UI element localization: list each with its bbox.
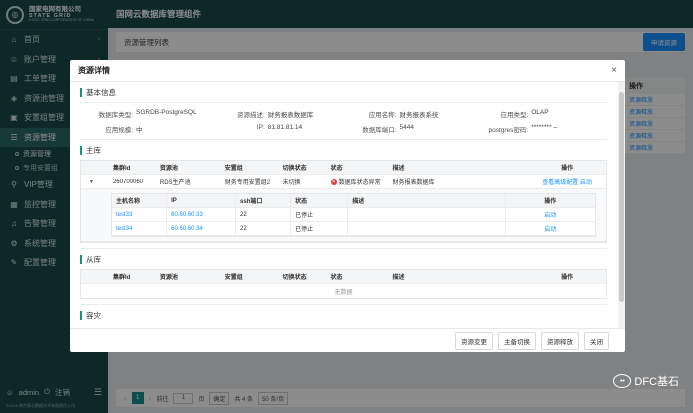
host-status: 已停止 xyxy=(291,208,349,221)
db-status: ✕ 数据库状态异常 xyxy=(327,177,389,186)
host-ip-link[interactable]: 60.60.60.33 xyxy=(167,208,237,221)
info-value: 财务报表系统 xyxy=(399,112,439,119)
column-header: 集群Id xyxy=(112,275,131,281)
column-header: 操作 xyxy=(561,166,574,172)
column-header: 状态 xyxy=(330,166,343,172)
host-name-link[interactable]: test34 xyxy=(112,222,168,235)
column-header: 集群Id xyxy=(112,166,131,172)
modal-scrollbar[interactable] xyxy=(618,82,625,328)
host-desc xyxy=(348,208,506,221)
column-header: 资源池 xyxy=(159,166,178,172)
info-value: 5444 xyxy=(399,124,414,131)
pool: RDS生产池 xyxy=(159,180,191,186)
db-status-text: 数据库状态异常 xyxy=(338,180,381,186)
column-header: 描述 xyxy=(392,275,405,281)
column-header: 安置组 xyxy=(224,166,243,172)
column-header: 操作 xyxy=(544,199,557,205)
info-label: IP: xyxy=(256,124,265,131)
section-basic-info: 基本信息 xyxy=(80,88,607,97)
column-header: 状态 xyxy=(291,194,349,207)
failover-button[interactable]: 主备切换 xyxy=(498,331,536,350)
info-value: SGRDB-PostgreSQL xyxy=(136,109,197,116)
slave-table: 集群Id 资源池 安置组 切换状态 状态 描述 操作 无数据 xyxy=(80,269,607,299)
error-icon: ✕ xyxy=(330,178,337,185)
info-value: 81.81.81.14 xyxy=(267,124,303,131)
ssh-port: 22 xyxy=(236,222,292,235)
info-value: 财务报表数据库 xyxy=(267,112,314,119)
divider xyxy=(80,304,607,305)
empty-state: 无数据 xyxy=(334,289,353,296)
master-table: 集群Id 资源池 安置组 切换状态 状态 描述 操作 ▼ 260700060 R… xyxy=(80,160,607,243)
description: 财务报表数据库 xyxy=(392,180,435,186)
resource-detail-modal: 资源详情 × 基本信息 数据库类型: SGRDB-PostgreSQL 资源描述:… xyxy=(70,60,625,352)
column-header: 安置组 xyxy=(224,275,243,281)
column-header: 主机名称 xyxy=(112,194,168,207)
start-host-link[interactable]: 启动 xyxy=(506,222,595,235)
table-row: test33 60.60.60.33 22 已停止 启动 xyxy=(112,208,595,222)
info-label: 应用名称: xyxy=(368,112,397,119)
expand-caret-icon[interactable]: ▼ xyxy=(81,179,109,185)
close-icon[interactable]: × xyxy=(611,65,617,76)
column-header: 操作 xyxy=(561,275,574,281)
host-ip-link[interactable]: 60.60.60.34 xyxy=(167,222,237,235)
info-label: 数据库类型: xyxy=(98,112,133,119)
watermark-text: DFC基石 xyxy=(634,376,679,388)
password-value[interactable]: ******** ⌣ xyxy=(531,124,557,134)
host-desc xyxy=(348,222,506,235)
divider xyxy=(80,102,607,103)
host-expand-panel: 主机名称 IP ssh端口 状态 描述 操作 test33 60.60.60.3… xyxy=(81,189,606,242)
info-label: 应用类型: xyxy=(500,112,529,119)
info-label: postgres密码: xyxy=(488,127,529,134)
cluster-id: 260700060 xyxy=(112,178,144,185)
column-header: ssh端口 xyxy=(236,194,292,207)
column-header: 状态 xyxy=(330,275,343,281)
divider xyxy=(80,248,607,249)
host-table: 主机名称 IP ssh端口 状态 描述 操作 test33 60.60.60.3… xyxy=(111,193,596,237)
info-label: 资源描述: xyxy=(236,112,265,119)
divider xyxy=(80,139,607,140)
host-name-link[interactable]: test33 xyxy=(112,208,168,221)
scrollbar-thumb[interactable] xyxy=(619,92,624,302)
wechat-icon: •• xyxy=(613,374,632,388)
table-row: ▼ 260700060 RDS生产池 财务专用安置组2 未切换 ✕ 数据库状态异常… xyxy=(81,175,606,189)
release-resource-button[interactable]: 资源释放 xyxy=(541,331,579,350)
column-header: IP xyxy=(167,194,237,207)
group: 财务专用安置组2 xyxy=(224,180,271,186)
section-slave: 从库 xyxy=(80,255,607,264)
start-host-link[interactable]: 启动 xyxy=(506,208,595,221)
column-header: 描述 xyxy=(348,194,506,207)
info-value: OLAP xyxy=(531,109,549,116)
view-advanced-config-link[interactable]: 查看高级配置 xyxy=(542,180,578,186)
info-value: 中 xyxy=(136,127,143,134)
section-master: 主库 xyxy=(80,146,607,155)
switch-status: 未切换 xyxy=(282,180,301,186)
basic-info-grid: 数据库类型: SGRDB-PostgreSQL 资源描述: 财务报表数据库 应用名称… xyxy=(80,109,607,134)
column-header: 切换状态 xyxy=(282,166,307,172)
modal-title: 资源详情 xyxy=(78,66,110,75)
watermark: •• DFC基石 xyxy=(613,373,679,389)
start-link[interactable]: 启动 xyxy=(580,180,592,186)
section-disaster-recovery: 容灾 xyxy=(80,311,607,320)
resource-change-button[interactable]: 资源变更 xyxy=(455,331,493,350)
ssh-port: 22 xyxy=(236,208,292,221)
host-status: 已停止 xyxy=(291,222,349,235)
column-header: 资源池 xyxy=(159,275,178,281)
info-label: 数据库端口: xyxy=(362,127,397,134)
column-header: 切换状态 xyxy=(282,275,307,281)
table-row: test34 60.60.60.34 22 已停止 启动 xyxy=(112,222,595,236)
info-label: 应用规模: xyxy=(105,127,133,134)
column-header: 描述 xyxy=(392,166,405,172)
close-button[interactable]: 关闭 xyxy=(584,331,609,350)
